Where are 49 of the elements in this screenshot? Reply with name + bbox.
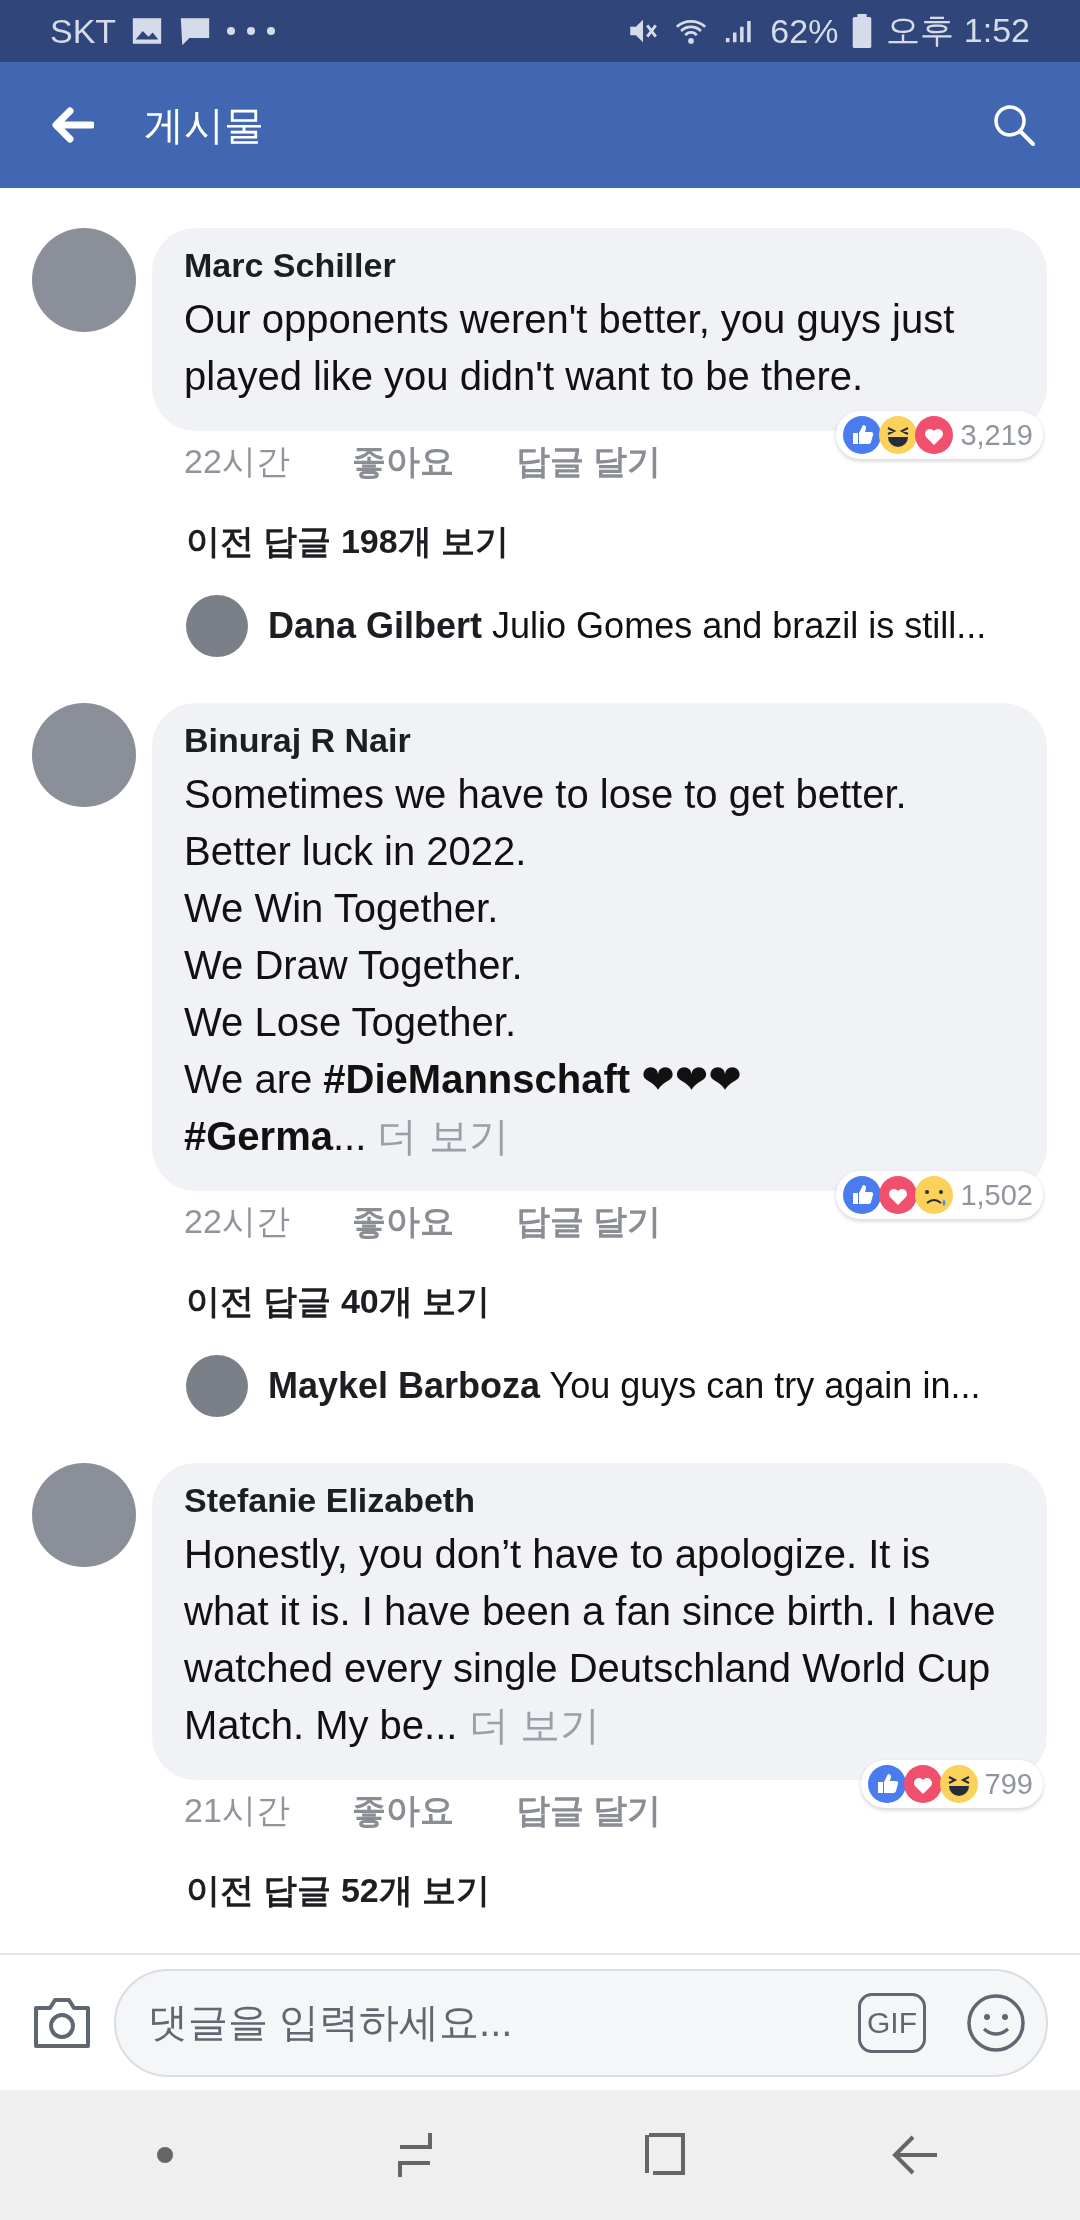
reply-link[interactable]: 답글 달기 (515, 1788, 662, 1840)
comment-time: 22시간 (184, 1201, 290, 1242)
reply-link[interactable]: 답글 달기 (515, 439, 662, 491)
comment-time: 21시간 (184, 1790, 290, 1831)
comment-text: Our opponents weren't better, you guys just played like you didn't want to be there. (184, 296, 956, 400)
comment-time: 22시간 (184, 441, 290, 482)
more-dots-icon (226, 26, 277, 36)
like-link[interactable]: 좋아요 (351, 1199, 454, 1251)
back-arrow-icon[interactable] (50, 107, 94, 143)
like-link[interactable]: 좋아요 (351, 1788, 454, 1840)
reactions-summary[interactable]: 799 (860, 1760, 1043, 1808)
page-title: 게시물 (144, 101, 265, 149)
gif-button[interactable]: GIF (858, 1992, 926, 2053)
reply-preview[interactable]: Dana Gilbert Julio Gomes and brazil is still... (268, 605, 987, 647)
clock: 오후 1:52 (886, 10, 1030, 51)
heart-reaction-icon (914, 415, 955, 455)
battery-level: 62% (770, 11, 839, 51)
like-reaction-icon (842, 1175, 883, 1215)
battery-icon (852, 14, 873, 48)
reaction-count: 1,502 (960, 1178, 1033, 1212)
laughing-reaction-icon (938, 1764, 979, 1804)
comment-text: Honestly, you don’t have to apologize. It is what it is. I have been a fan since birth. I have watched every single Deutschland World Cup Match. My be... 더 보기 (184, 1531, 997, 1749)
heart-reaction-icon (878, 1175, 919, 1215)
comment-input-field[interactable]: 댓글을 입력하세요... GIF (114, 1968, 1048, 2077)
comment-author[interactable]: Stefanie Elizabeth (184, 1481, 1019, 1520)
heart-reaction-icon (902, 1764, 943, 1804)
see-more-link[interactable]: 더 보기 (468, 1703, 600, 1747)
like-reaction-icon (866, 1764, 907, 1804)
view-previous-replies-link[interactable]: 이전 답글 198개 보기 (0, 491, 1080, 565)
see-more-link[interactable]: 더 보기 (377, 1114, 509, 1158)
laughing-reaction-icon (878, 415, 919, 455)
like-reaction-icon (842, 415, 883, 455)
comment-author[interactable]: Binuraj R Nair (184, 721, 1019, 760)
comment-text: Sometimes we have to lose to get better. Better luck in 2022. We Win Together. We Draw Together. We Lose Together. We are #DieMannschaft ❤❤❤ #Germa... 더 보기 (184, 771, 908, 1160)
view-previous-replies-link[interactable]: 이전 답글 52개 보기 (0, 1840, 1080, 1914)
reaction-count: 799 (984, 1767, 1033, 1801)
camera-icon[interactable] (32, 1995, 92, 2050)
search-icon[interactable] (992, 103, 1036, 147)
reactions-summary[interactable]: 3,219 (836, 411, 1043, 459)
crying-reaction-icon (914, 1175, 955, 1215)
carrier-name: SKT (50, 11, 117, 51)
reply-link[interactable]: 답글 달기 (515, 1199, 662, 1251)
reply-preview[interactable]: Maykel Barboza You guys can try again in... (268, 1365, 981, 1407)
view-previous-replies-link[interactable]: 이전 답글 40개 보기 (0, 1251, 1080, 1325)
like-link[interactable]: 좋아요 (351, 439, 454, 491)
reactions-summary[interactable]: 1,502 (836, 1171, 1043, 1219)
smiley-icon[interactable] (966, 1992, 1026, 2053)
comment-author[interactable]: Marc Schiller (184, 246, 1019, 285)
reaction-count: 3,219 (960, 418, 1033, 452)
